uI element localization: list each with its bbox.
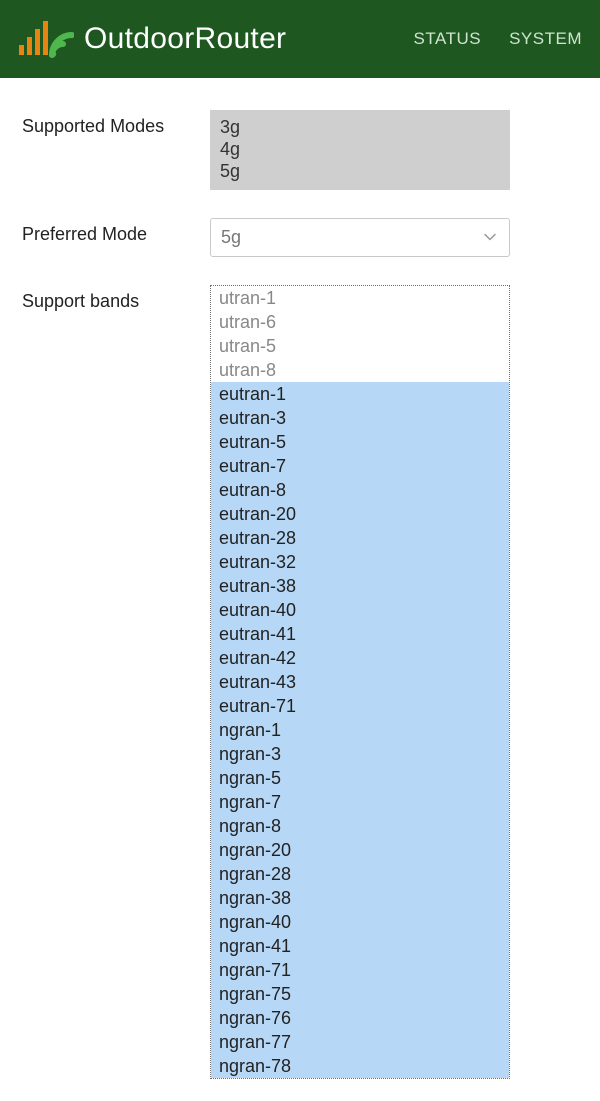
- band-item[interactable]: eutran-28: [211, 526, 509, 550]
- row-preferred-mode: Preferred Mode 5g: [22, 218, 578, 257]
- band-item[interactable]: eutran-41: [211, 622, 509, 646]
- nav-system[interactable]: SYSTEM: [509, 29, 582, 49]
- preferred-mode-label: Preferred Mode: [22, 218, 210, 245]
- band-item[interactable]: ngran-71: [211, 958, 509, 982]
- band-item[interactable]: eutran-40: [211, 598, 509, 622]
- supported-mode-item[interactable]: 4g: [220, 138, 500, 160]
- supported-mode-item[interactable]: 3g: [220, 116, 500, 138]
- preferred-mode-value: 5g: [221, 227, 241, 247]
- band-item[interactable]: ngran-5: [211, 766, 509, 790]
- band-item[interactable]: ngran-1: [211, 718, 509, 742]
- nav-status[interactable]: STATUS: [414, 29, 482, 49]
- band-item[interactable]: eutran-3: [211, 406, 509, 430]
- band-item[interactable]: ngran-40: [211, 910, 509, 934]
- band-item[interactable]: utran-5: [211, 334, 509, 358]
- band-item[interactable]: ngran-8: [211, 814, 509, 838]
- supported-modes-list[interactable]: 3g4g5g: [210, 110, 510, 190]
- band-item[interactable]: eutran-43: [211, 670, 509, 694]
- row-supported-modes: Supported Modes 3g4g5g: [22, 110, 578, 190]
- band-item[interactable]: utran-1: [211, 286, 509, 310]
- band-item[interactable]: ngran-28: [211, 862, 509, 886]
- support-bands-label: Support bands: [22, 285, 210, 312]
- supported-modes-label: Supported Modes: [22, 110, 210, 137]
- band-item[interactable]: eutran-7: [211, 454, 509, 478]
- band-item[interactable]: eutran-1: [211, 382, 509, 406]
- chevron-down-icon: [483, 227, 497, 248]
- band-item[interactable]: eutran-20: [211, 502, 509, 526]
- band-item[interactable]: utran-6: [211, 310, 509, 334]
- logo-icon: [18, 19, 74, 59]
- band-item[interactable]: utran-8: [211, 358, 509, 382]
- brand-name: OutdoorRouter: [84, 22, 286, 56]
- band-item[interactable]: ngran-77: [211, 1030, 509, 1054]
- row-support-bands: Support bands utran-1utran-6utran-5utran…: [22, 285, 578, 1079]
- band-item[interactable]: eutran-38: [211, 574, 509, 598]
- band-item[interactable]: ngran-20: [211, 838, 509, 862]
- band-item[interactable]: eutran-71: [211, 694, 509, 718]
- band-item[interactable]: eutran-32: [211, 550, 509, 574]
- logo-group: OutdoorRouter: [18, 19, 286, 59]
- header-bar: OutdoorRouter STATUS SYSTEM: [0, 0, 600, 78]
- band-item[interactable]: ngran-38: [211, 886, 509, 910]
- band-item[interactable]: ngran-78: [211, 1054, 509, 1078]
- band-item[interactable]: ngran-7: [211, 790, 509, 814]
- band-item[interactable]: ngran-76: [211, 1006, 509, 1030]
- band-item[interactable]: ngran-75: [211, 982, 509, 1006]
- supported-mode-item[interactable]: 5g: [220, 160, 500, 182]
- content-area: Supported Modes 3g4g5g Preferred Mode 5g…: [0, 78, 600, 1101]
- band-item[interactable]: ngran-41: [211, 934, 509, 958]
- band-item[interactable]: eutran-8: [211, 478, 509, 502]
- band-item[interactable]: eutran-5: [211, 430, 509, 454]
- header-nav: STATUS SYSTEM: [414, 29, 582, 49]
- band-item[interactable]: eutran-42: [211, 646, 509, 670]
- preferred-mode-select[interactable]: 5g: [210, 218, 510, 257]
- band-item[interactable]: ngran-3: [211, 742, 509, 766]
- support-bands-list[interactable]: utran-1utran-6utran-5utran-8eutran-1eutr…: [210, 285, 510, 1079]
